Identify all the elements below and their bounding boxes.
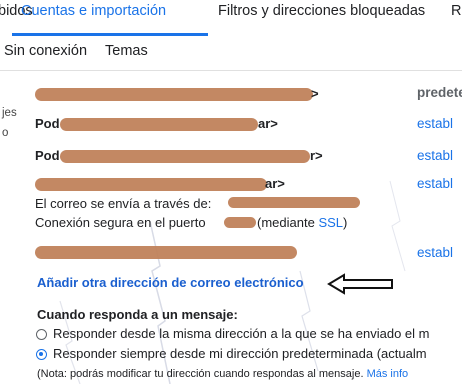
radio-checked[interactable] <box>36 349 47 360</box>
row3-suffix: r> <box>310 148 323 163</box>
radio-unchecked[interactable] <box>36 329 47 340</box>
redacted-smtp-server <box>228 197 360 208</box>
redacted-address-1 <box>35 88 313 101</box>
sent-via-text: El correo se envía a través de: <box>35 196 212 211</box>
reply-default-address-option[interactable]: Responder siempre desde mi dirección pre… <box>36 346 427 361</box>
make-default-link-2[interactable]: establ <box>417 116 453 131</box>
add-another-address-link[interactable]: Añadir otra dirección de correo electrón… <box>37 275 304 290</box>
reply-section-title: Cuando responda a un mensaje: <box>37 307 238 322</box>
side-label-1: jes <box>2 107 17 119</box>
settings-tabs: bidos Cuentas e importación Filtros y di… <box>0 0 462 37</box>
reply-note: (Nota: podrás modificar tu dirección cua… <box>37 368 409 380</box>
side-label-2: o <box>2 127 9 139</box>
tab-offline[interactable]: Sin conexión <box>4 43 87 59</box>
row2-prefix: Pod <box>35 116 60 131</box>
tab-reenvio[interactable]: Re <box>451 3 462 19</box>
accounts-settings-panel: jes o > predete Pod ar> establ Pod r> es… <box>0 71 462 384</box>
redacted-address-3 <box>60 150 310 163</box>
settings-tabs-secondary: Sin conexión Temas <box>0 36 462 71</box>
make-default-link-4[interactable]: establ <box>417 176 453 191</box>
redacted-address-4 <box>35 178 267 191</box>
redacted-address-5 <box>35 246 297 259</box>
ssl-link[interactable]: SSL <box>318 215 343 230</box>
tab-filters-blocked[interactable]: Filtros y direcciones bloqueadas <box>218 3 425 19</box>
annotation-arrow-icon <box>327 273 393 295</box>
make-default-link-3[interactable]: establ <box>417 148 453 163</box>
default-label: predete <box>417 85 462 100</box>
row4-suffix: ar> <box>265 176 285 191</box>
tab-themes[interactable]: Temas <box>105 43 148 59</box>
redacted-address-2 <box>60 118 258 131</box>
make-default-link-5[interactable]: establ <box>417 245 453 260</box>
row3-prefix: Pod <box>35 148 60 163</box>
reply-same-address-option[interactable]: Responder desde la misma dirección a la … <box>36 326 430 341</box>
secure-connection-prefix: Conexión segura en el puerto <box>35 215 206 230</box>
more-info-link[interactable]: Más info <box>367 368 409 380</box>
redacted-port <box>224 217 256 228</box>
row2-suffix: ar> <box>258 116 278 131</box>
row1-suffix: > <box>311 86 319 101</box>
tab-accounts-import[interactable]: Cuentas e importación <box>21 3 166 19</box>
secure-connection-suffix: (mediante SSL) <box>257 215 348 230</box>
